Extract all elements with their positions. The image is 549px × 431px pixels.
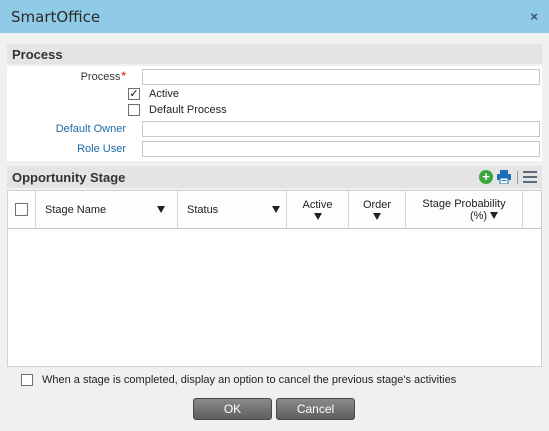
column-order[interactable]: Order (349, 191, 406, 228)
add-icon[interactable]: + (479, 170, 493, 184)
column-status[interactable]: Status (178, 191, 287, 228)
column-active-label: Active (302, 199, 333, 211)
role-user-input[interactable] (142, 141, 540, 157)
cancel-previous-option[interactable]: When a stage is completed, display an op… (21, 374, 456, 386)
grid-body (8, 229, 541, 366)
opportunity-stage-header: Opportunity Stage + (7, 166, 542, 188)
close-icon[interactable]: × (530, 9, 538, 24)
default-process-checkbox[interactable] (128, 104, 140, 116)
default-owner-input[interactable] (142, 121, 540, 137)
process-input[interactable] (142, 69, 540, 85)
print-icon[interactable] (496, 170, 512, 184)
role-user-row: Role User (7, 140, 542, 158)
title-bar: SmartOffice × (0, 0, 549, 33)
cancel-previous-label: When a stage is completed, display an op… (42, 374, 457, 386)
filter-icon[interactable] (157, 206, 165, 213)
column-stage-name[interactable]: Stage Name (36, 191, 178, 228)
ok-button[interactable]: OK (193, 398, 272, 420)
column-stage-probability-line2: (%) (430, 209, 499, 222)
filter-icon[interactable] (490, 212, 499, 219)
default-owner-row: Default Owner (7, 120, 542, 138)
filter-icon[interactable] (373, 213, 381, 220)
column-active[interactable]: Active (287, 191, 349, 228)
process-label: Process* (7, 69, 134, 83)
menu-icon[interactable] (523, 171, 537, 183)
process-form: Process* ✓ Active Default Process Defaul… (7, 66, 542, 161)
window-title: SmartOffice (11, 7, 101, 26)
filter-icon[interactable] (313, 213, 322, 220)
column-order-label: Order (362, 199, 392, 211)
process-section-header: Process (7, 44, 542, 64)
default-owner-label[interactable]: Default Owner (7, 123, 134, 135)
column-stage-probability-label: Stage Probability (422, 197, 506, 210)
stage-toolbar: + (479, 170, 537, 184)
process-label-text: Process (80, 71, 121, 83)
active-label: Active (149, 88, 179, 100)
column-stage-name-label: Stage Name (45, 203, 107, 216)
opportunity-stage-title: Opportunity Stage (12, 169, 126, 185)
default-process-label: Default Process (149, 104, 227, 116)
cancel-button[interactable]: Cancel (276, 398, 355, 420)
stage-grid: Stage Name Status Active Order Stage Pro… (7, 190, 542, 367)
column-stage-probability-unit: (%) (469, 209, 488, 222)
default-process-checkbox-row[interactable]: Default Process (128, 104, 227, 116)
filter-icon[interactable] (272, 206, 280, 213)
toolbar-separator (517, 170, 518, 184)
column-status-label: Status (187, 203, 219, 216)
select-all-column (8, 191, 36, 228)
active-checkbox-row[interactable]: ✓ Active (128, 88, 179, 100)
column-stage-probability[interactable]: Stage Probability (%) (406, 191, 523, 228)
process-row: Process* (7, 69, 542, 85)
cancel-previous-checkbox[interactable] (21, 374, 33, 386)
required-mark: * (121, 69, 126, 83)
select-all-checkbox[interactable] (15, 203, 28, 216)
process-section-title: Process (12, 46, 63, 62)
role-user-label[interactable]: Role User (7, 143, 134, 155)
active-checkbox[interactable]: ✓ (128, 88, 140, 100)
column-spacer (523, 191, 541, 228)
grid-header: Stage Name Status Active Order Stage Pro… (8, 191, 541, 229)
